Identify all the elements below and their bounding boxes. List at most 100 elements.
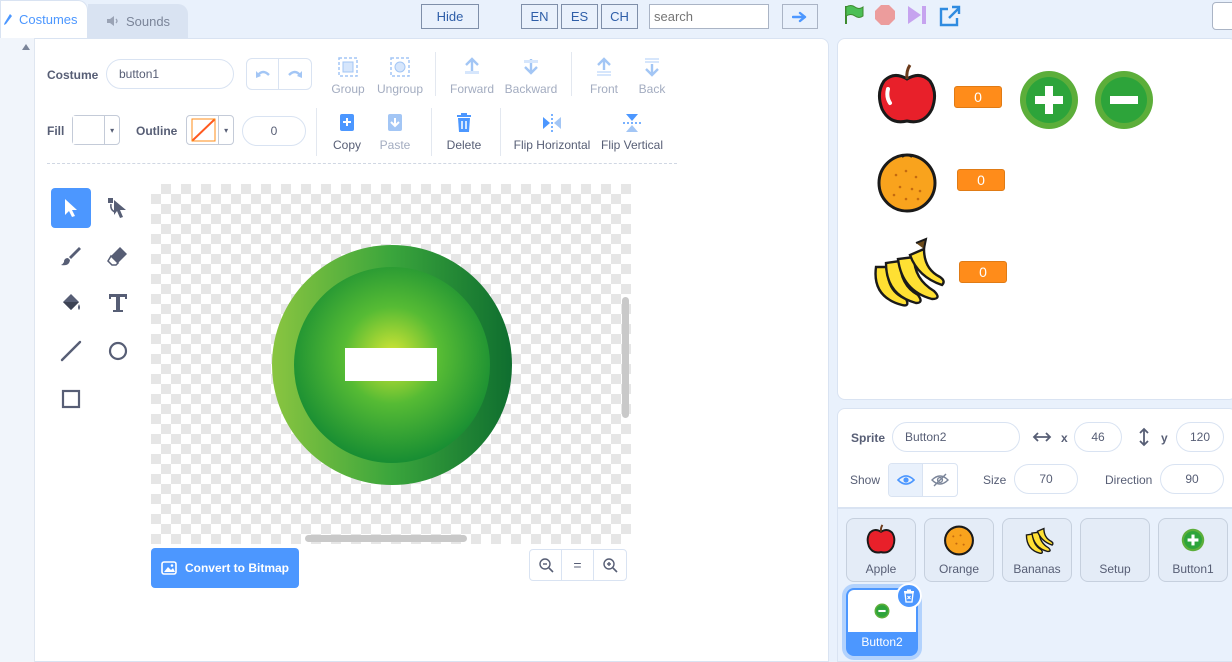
stage[interactable]: 0 0 0 xyxy=(837,38,1232,400)
show-hidden-button[interactable] xyxy=(923,464,957,496)
convert-to-bitmap-button[interactable]: Convert to Bitmap xyxy=(151,548,299,588)
brush-tool[interactable] xyxy=(51,236,91,276)
x-input[interactable]: 46 xyxy=(1074,422,1122,452)
direction-input[interactable]: 90 xyxy=(1160,464,1224,494)
flip-horizontal-button[interactable]: Flip Horizontal xyxy=(512,112,592,152)
outline-width-input[interactable]: 0 xyxy=(242,116,306,146)
show-label: Show xyxy=(850,473,881,487)
lang-ch-button[interactable]: CH xyxy=(601,4,638,29)
fill-color-picker[interactable]: ▾ xyxy=(72,115,120,145)
minus-button-costume xyxy=(272,245,512,485)
separator xyxy=(435,52,436,96)
canvas-horizontal-scrollbar[interactable] xyxy=(305,535,467,542)
zoom-out-icon xyxy=(538,558,554,573)
caret-down-icon: ▾ xyxy=(110,125,115,135)
zoom-in-icon xyxy=(603,558,618,573)
copy-icon xyxy=(340,114,354,131)
paint-canvas[interactable] xyxy=(151,184,631,544)
sprite-tile-label: Orange xyxy=(938,562,980,576)
editor-gutter xyxy=(0,38,35,662)
hide-button[interactable]: Hide xyxy=(421,4,479,29)
line-tool[interactable] xyxy=(51,331,91,371)
search-input[interactable] xyxy=(649,4,769,29)
delete-sprite-button[interactable] xyxy=(896,583,922,609)
undo-icon xyxy=(255,70,270,78)
rectangle-icon xyxy=(61,389,81,409)
scroll-up-icon[interactable] xyxy=(22,44,30,50)
costume-label: Costume xyxy=(47,68,99,82)
horizontal-arrows-icon xyxy=(1032,432,1052,442)
lang-es-button[interactable]: ES xyxy=(561,4,598,29)
tab-sounds-label: Sounds xyxy=(125,13,171,29)
paste-button[interactable]: Paste xyxy=(376,112,414,152)
search-go-button[interactable] xyxy=(782,4,818,29)
copy-button[interactable]: Copy xyxy=(329,112,365,152)
orange-score: 0 xyxy=(957,169,1005,191)
tab-costumes[interactable]: Costumes xyxy=(0,0,88,38)
redo-icon xyxy=(288,70,302,78)
sprite-tile-apple[interactable]: Apple xyxy=(846,518,916,582)
share-icon xyxy=(939,5,961,27)
brush-icon xyxy=(61,247,81,266)
lang-en-button[interactable]: EN xyxy=(521,4,558,29)
eraser-tool[interactable] xyxy=(98,236,138,276)
select-tool[interactable] xyxy=(51,188,91,228)
front-icon xyxy=(597,57,611,76)
circle-tool[interactable] xyxy=(98,331,138,371)
zoom-reset-button[interactable]: = xyxy=(562,550,594,580)
banana-sprite xyxy=(874,237,945,307)
vertical-arrows-icon xyxy=(1139,427,1149,447)
costume-name-input[interactable]: button1 xyxy=(106,59,234,89)
apple-score: 0 xyxy=(954,86,1002,108)
zoom-out-button[interactable] xyxy=(530,550,562,580)
group-button[interactable]: Group xyxy=(330,56,366,96)
circle-icon xyxy=(108,341,128,361)
delete-button[interactable]: Delete xyxy=(444,112,484,152)
outline-color-picker[interactable]: ▾ xyxy=(186,115,234,145)
sprite-tile-orange[interactable]: Orange xyxy=(924,518,994,582)
show-visible-button[interactable] xyxy=(889,464,923,496)
back-button[interactable]: Back xyxy=(635,56,669,96)
y-input[interactable]: 120 xyxy=(1176,422,1224,452)
undo-button[interactable] xyxy=(247,59,280,89)
size-input[interactable]: 70 xyxy=(1014,464,1078,494)
front-button[interactable]: Front xyxy=(586,56,622,96)
direction-label: Direction xyxy=(1105,473,1153,487)
apple-icon xyxy=(847,523,915,557)
backward-label: Backward xyxy=(504,82,558,96)
green-flag-icon xyxy=(845,5,864,24)
rectangle-tool[interactable] xyxy=(51,379,91,419)
tab-sounds[interactable]: Sounds xyxy=(88,4,188,38)
backward-icon xyxy=(524,59,538,75)
copy-label: Copy xyxy=(332,138,361,152)
backward-button[interactable]: Backward xyxy=(504,56,558,96)
share-button[interactable] xyxy=(938,4,962,31)
sprite-tile-label: Button2 xyxy=(861,635,903,649)
green-flag-button[interactable] xyxy=(842,4,864,29)
separator xyxy=(500,108,501,156)
ungroup-icon xyxy=(390,57,410,77)
flip-vertical-button[interactable]: Flip Vertical xyxy=(600,112,664,152)
sprite-tile-button1[interactable]: Button1 xyxy=(1158,518,1228,582)
canvas-vertical-scrollbar[interactable] xyxy=(622,297,629,418)
zoom-in-button[interactable] xyxy=(594,550,626,580)
reshape-tool[interactable] xyxy=(98,188,138,228)
stage-size-toggle[interactable] xyxy=(1212,2,1232,30)
forward-button[interactable]: Forward xyxy=(449,56,495,96)
orange-sprite xyxy=(877,153,937,213)
plus-button-sprite xyxy=(1020,71,1078,129)
eraser-icon xyxy=(107,247,127,266)
paste-label: Paste xyxy=(379,138,411,152)
ungroup-button[interactable]: Ungroup xyxy=(376,56,424,96)
sprite-tile-bananas[interactable]: Bananas xyxy=(1002,518,1072,582)
stop-button[interactable] xyxy=(874,4,896,29)
redo-button[interactable] xyxy=(279,59,311,89)
fill-tool[interactable] xyxy=(51,283,91,323)
sprite-name-input[interactable]: Button2 xyxy=(892,422,1020,452)
text-tool[interactable] xyxy=(98,283,138,323)
arrow-cursor-icon xyxy=(65,199,77,217)
sprite-tile-setup[interactable]: Setup xyxy=(1080,518,1150,582)
step-button[interactable] xyxy=(906,4,928,29)
separator xyxy=(316,108,317,156)
image-icon xyxy=(161,561,177,575)
